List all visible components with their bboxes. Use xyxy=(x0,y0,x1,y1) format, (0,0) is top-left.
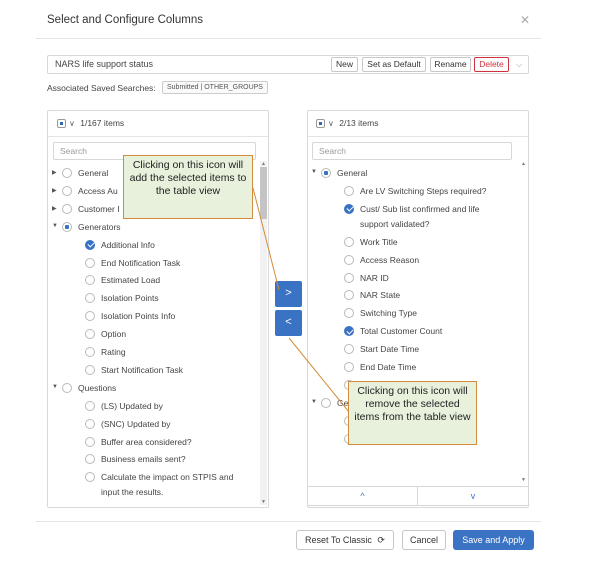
reset-label: Reset To Classic xyxy=(305,535,372,545)
add-callout-line xyxy=(252,187,280,291)
remove-callout-line xyxy=(288,337,350,413)
save-and-apply-button[interactable]: Save and Apply xyxy=(453,530,534,550)
remove-callout: Clicking on this icon will remove the se… xyxy=(348,381,477,445)
refresh-icon: ⟳ xyxy=(377,535,385,545)
add-callout: Clicking on this icon will add the selec… xyxy=(123,155,253,219)
cancel-button[interactable]: Cancel xyxy=(402,530,446,550)
callout-connectors xyxy=(252,187,350,413)
reset-to-classic-button[interactable]: Reset To Classic ⟳ xyxy=(296,530,394,550)
footer-divider xyxy=(36,521,541,522)
